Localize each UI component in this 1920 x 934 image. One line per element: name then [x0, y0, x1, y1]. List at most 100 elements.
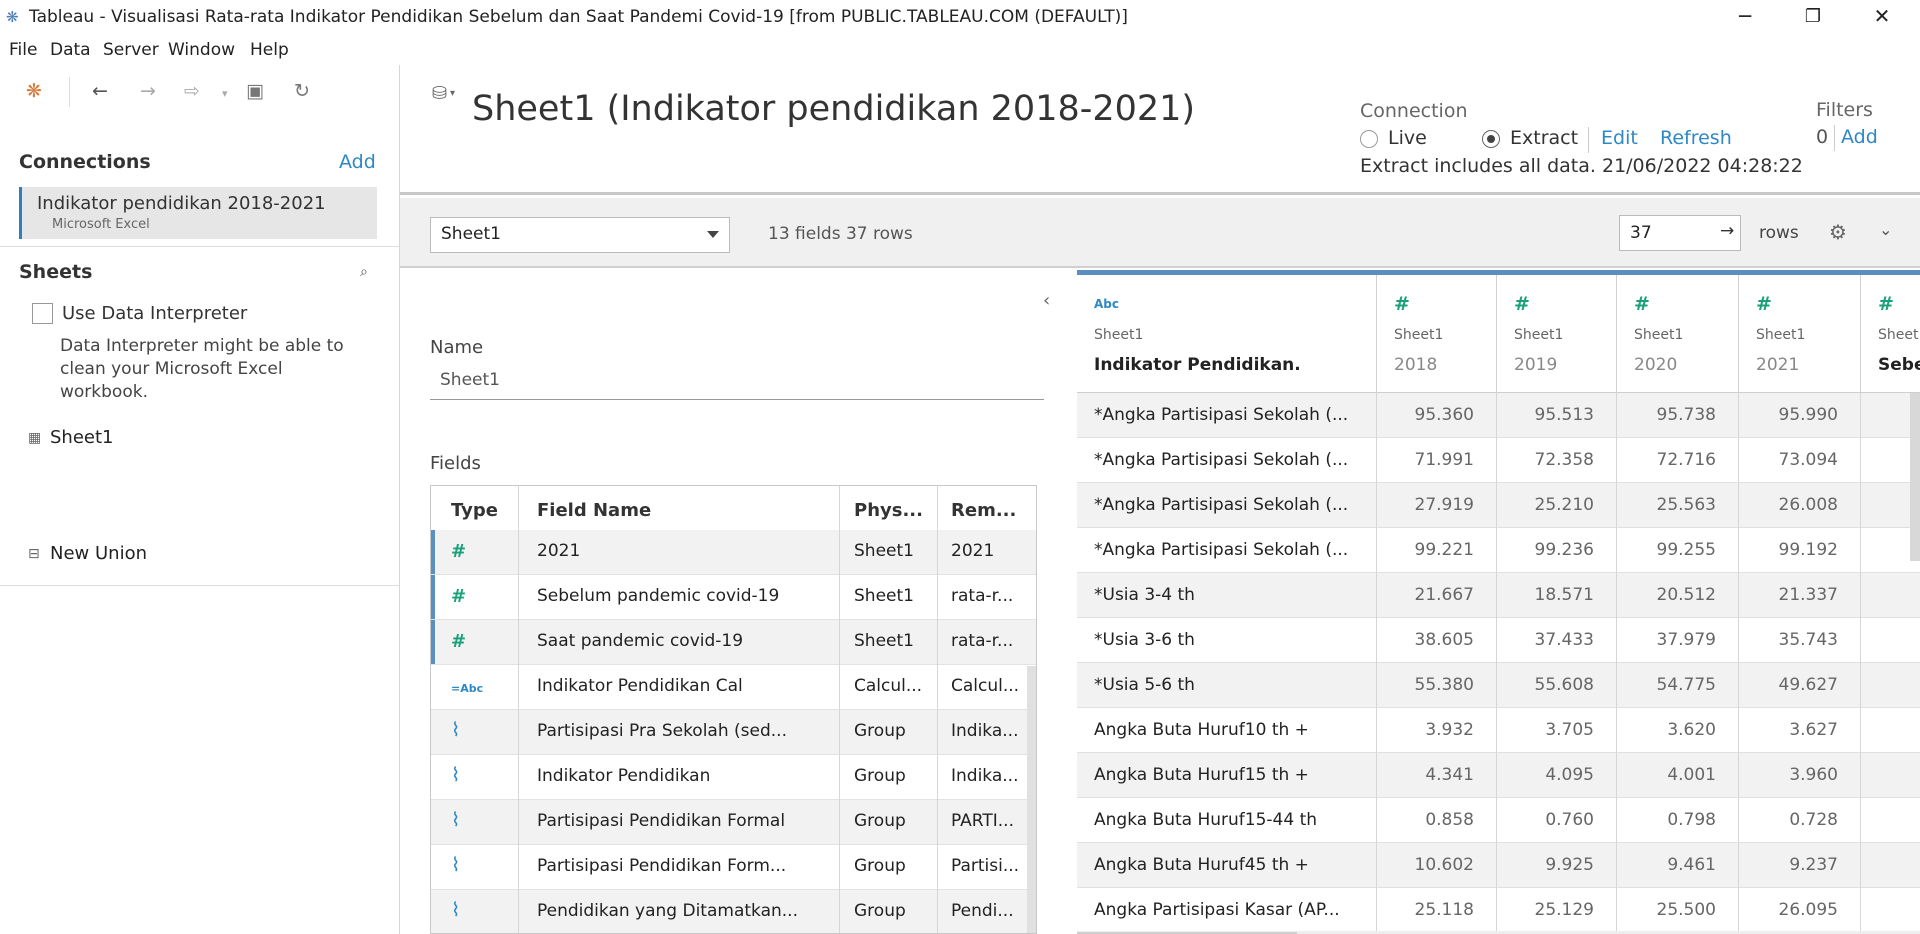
remote-field-name: Calcul... [951, 676, 1020, 696]
grid-column-header[interactable]: # Sheet1 2020 [1617, 275, 1739, 393]
value-cell [1861, 708, 1920, 753]
grid-column-header[interactable]: # Sheet1 2021 [1739, 275, 1861, 393]
menu-bar: File Data Server Window Help [0, 35, 1920, 65]
tableau-start-icon[interactable]: ❋ [26, 80, 42, 102]
gear-icon[interactable]: ⚙ [1829, 220, 1847, 244]
field-row[interactable]: ⌇ Partisipasi Pra Sekolah (sed... Group Ind… [431, 710, 1036, 755]
minimize-button[interactable]: ─ [1716, 0, 1774, 35]
grid-row: *Angka Partisipasi Sekolah (... 27.919 25.… [1077, 483, 1920, 528]
value-cell: 71.991 [1377, 438, 1497, 483]
search-icon[interactable]: ⌕ [360, 264, 368, 280]
value-cell: 20.512 [1617, 573, 1739, 618]
edit-link[interactable]: Edit [1601, 127, 1638, 149]
value-cell: 35.743 [1739, 618, 1861, 663]
back-arrow-icon[interactable]: ← [92, 80, 108, 102]
field-row[interactable]: ⌇ Indikator Pendidikan Group Indika... [431, 755, 1036, 800]
grid-row: *Angka Partisipasi Sekolah (... 99.221 99.… [1077, 528, 1920, 573]
group-paperclip-icon[interactable]: ⌇ [451, 845, 460, 889]
field-name[interactable]: Partisipasi Pendidikan Formal [537, 800, 837, 844]
add-filter-link[interactable]: Add [1841, 126, 1878, 148]
save-icon[interactable]: ▣ [246, 80, 264, 102]
number-type-icon[interactable]: # [1756, 293, 1772, 315]
field-row[interactable]: # Saat pandemic covid-19 Sheet1 rata-r... [431, 620, 1036, 665]
number-type-icon[interactable]: # [451, 620, 466, 664]
field-row[interactable]: =Abc Indikator Pendidikan Cal Calcul... Cal… [431, 665, 1036, 710]
menu-window[interactable]: Window [168, 40, 235, 60]
col-field-name[interactable]: Field Name [537, 486, 651, 535]
number-type-icon[interactable]: # [1514, 293, 1530, 315]
live-radio[interactable] [1360, 130, 1378, 148]
remote-field-name: Indika... [951, 721, 1019, 741]
field-name[interactable]: Indikator Pendidikan Cal [537, 665, 837, 709]
group-paperclip-icon[interactable]: ⌇ [451, 710, 460, 754]
column-name: Indikator Pendidikan. [1094, 355, 1301, 375]
expand-chevron-icon[interactable]: ⌄ [1879, 220, 1892, 239]
number-type-icon[interactable]: # [451, 530, 466, 574]
field-name[interactable]: Pendidikan yang Ditamatkan... [537, 890, 837, 933]
field-row[interactable]: #2021 Sheet1 2021 [431, 530, 1036, 575]
extract-radio[interactable] [1482, 130, 1500, 148]
datasource-cylinder-icon[interactable]: ⛁ [432, 83, 447, 104]
field-name[interactable]: Indikator Pendidikan [537, 755, 837, 799]
grid-column-header[interactable]: # Sheet1 2018 [1377, 275, 1497, 393]
col-physical-table[interactable]: Phys... [854, 486, 923, 535]
maximize-button[interactable]: ❐ [1784, 0, 1842, 35]
menu-help[interactable]: Help [250, 40, 289, 60]
string-type-icon[interactable]: Abc [1094, 297, 1119, 311]
rows-input[interactable]: 37 → [1619, 215, 1741, 251]
refresh-link[interactable]: Refresh [1660, 127, 1732, 149]
value-cell: 49.627 [1739, 663, 1861, 708]
use-interpreter-checkbox[interactable] [32, 303, 53, 324]
apply-rows-arrow-icon[interactable]: → [1720, 221, 1734, 241]
field-row[interactable]: ⌇ Partisipasi Pendidikan Form... Group Part… [431, 845, 1036, 890]
field-name[interactable]: Saat pandemic covid-19 [537, 620, 837, 664]
field-name[interactable]: Sebelum pandemic covid-19 [537, 575, 837, 619]
field-row[interactable]: # Sebelum pandemic covid-19 Sheet1 rata-r..… [431, 575, 1036, 620]
grid-column-header[interactable]: Abc Sheet1 Indikator Pendidikan. [1077, 275, 1377, 393]
field-name[interactable]: Partisipasi Pendidikan Form... [537, 845, 837, 889]
calculated-string-type-icon[interactable]: =Abc [451, 665, 483, 709]
datasource-dropdown-icon[interactable]: ▾ [450, 88, 455, 99]
add-connection-link[interactable]: Add [339, 151, 376, 173]
group-paperclip-icon[interactable]: ⌇ [451, 800, 460, 844]
refresh-icon[interactable]: ↻ [294, 80, 310, 102]
connection-label: Connection [1360, 100, 1468, 122]
field-row[interactable]: ⌇ Partisipasi Pendidikan Formal Group PARTI… [431, 800, 1036, 845]
forward-arrow-icon[interactable]: → [140, 80, 156, 102]
field-name[interactable]: Partisipasi Pra Sekolah (sed... [537, 710, 837, 754]
menu-data[interactable]: Data [50, 40, 91, 60]
new-union-item[interactable]: New Union [50, 543, 147, 564]
remote-field-name: PARTI... [951, 811, 1014, 831]
connection-name: Indikator pendidikan 2018-2021 [37, 193, 326, 214]
grid-vertical-scrollbar[interactable] [1910, 393, 1920, 561]
group-paperclip-icon[interactable]: ⌇ [451, 890, 460, 933]
name-field[interactable]: Sheet1 [430, 366, 1044, 400]
fields-scrollbar[interactable] [1027, 666, 1036, 933]
grid-column-header[interactable]: # Sheet1 2019 [1497, 275, 1617, 393]
collapse-chevron-icon[interactable]: ‹ [1043, 290, 1050, 311]
number-type-icon[interactable]: # [1394, 293, 1410, 315]
col-type[interactable]: Type [451, 486, 498, 535]
close-button[interactable]: ✕ [1853, 0, 1911, 35]
menu-server[interactable]: Server [103, 40, 159, 60]
field-name[interactable]: 2021 [537, 530, 837, 574]
grid-column-header[interactable]: # Sheet1 Sebe [1861, 275, 1920, 393]
number-type-icon[interactable]: # [1878, 293, 1894, 315]
tableau-logo-icon: ❋ [6, 8, 19, 26]
sheet-select[interactable]: Sheet1 [430, 217, 730, 253]
group-paperclip-icon[interactable]: ⌇ [451, 755, 460, 799]
value-cell [1861, 573, 1920, 618]
indicator-cell: *Usia 5-6 th [1077, 663, 1377, 708]
connection-item[interactable]: Indikator pendidikan 2018-2021 Microsoft… [19, 187, 377, 239]
sheet-item[interactable]: Sheet1 [50, 427, 114, 448]
number-type-icon[interactable]: # [1634, 293, 1650, 315]
value-cell: 21.667 [1377, 573, 1497, 618]
redo-icon[interactable]: ⇨ [184, 80, 200, 102]
value-cell: 0.760 [1497, 798, 1617, 843]
menu-file[interactable]: File [9, 40, 37, 60]
redo-dropdown-icon[interactable]: ▾ [222, 87, 228, 100]
col-remote-name[interactable]: Rem... [951, 486, 1016, 535]
datasource-title[interactable]: Sheet1 (Indikator pendidikan 2018-2021) [472, 89, 1195, 129]
field-row[interactable]: ⌇ Pendidikan yang Ditamatkan... Group Pendi… [431, 890, 1036, 933]
number-type-icon[interactable]: # [451, 575, 466, 619]
